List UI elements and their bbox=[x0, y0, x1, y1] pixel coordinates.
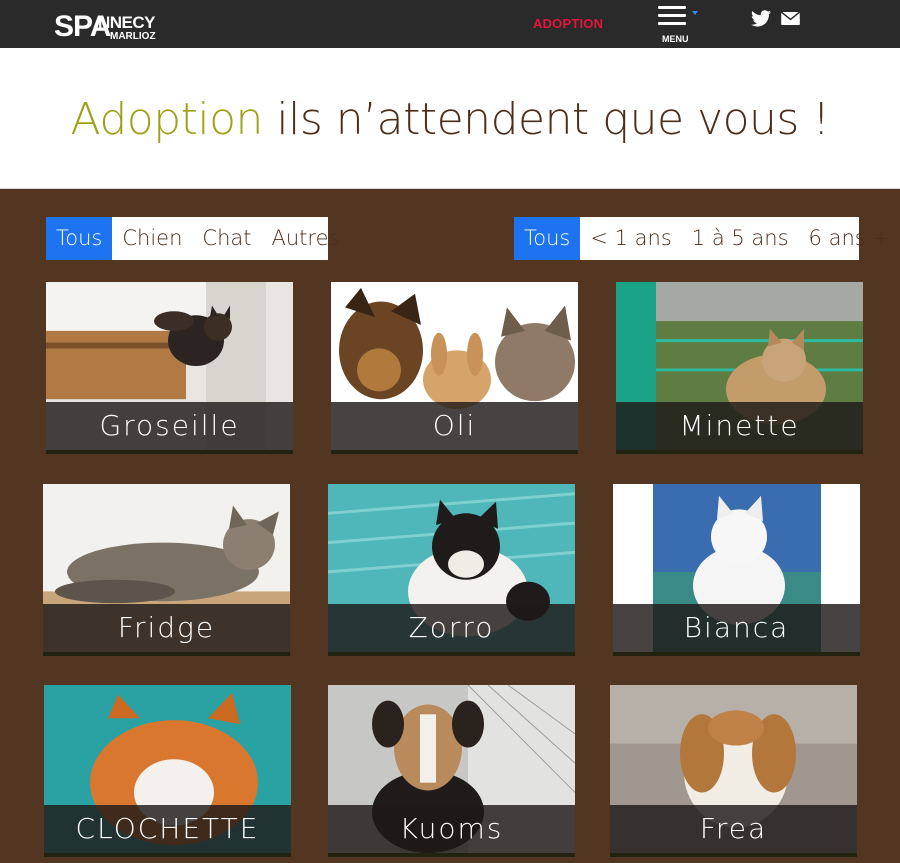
top-navigation-bar: SPA NNECY MARLIOZ ADOPTION MENU bbox=[0, 0, 900, 79]
species-filter: Tous Chien Chat Autres bbox=[46, 217, 339, 260]
dropdown-caret-icon bbox=[692, 11, 698, 15]
page-title-highlight: Adoption bbox=[70, 94, 264, 145]
animal-card[interactable]: Frea bbox=[610, 685, 857, 857]
animal-card[interactable]: Minette bbox=[616, 282, 863, 454]
logo-animals-icon bbox=[77, 49, 147, 79]
logo-city-text: NNECY bbox=[98, 13, 156, 32]
mail-icon[interactable] bbox=[781, 12, 800, 25]
hamburger-icon-bar bbox=[658, 22, 686, 25]
animal-name: Frea bbox=[610, 805, 857, 853]
animal-card[interactable]: Oli bbox=[331, 282, 578, 454]
animal-name: Groseille bbox=[46, 402, 293, 450]
filter-species-chat[interactable]: Chat bbox=[192, 217, 261, 260]
animal-card[interactable]: CLOCHETTE bbox=[44, 685, 291, 857]
menu-label: MENU bbox=[662, 34, 689, 44]
filter-age-under-1[interactable]: < 1 ans bbox=[580, 217, 681, 260]
animal-card[interactable]: Groseille bbox=[46, 282, 293, 454]
filter-species-chien[interactable]: Chien bbox=[112, 217, 192, 260]
page-title-rest: ils n’attendent que vous ! bbox=[262, 94, 830, 145]
filter-age-tous[interactable]: Tous bbox=[514, 217, 581, 260]
animal-name: Kuoms bbox=[328, 805, 575, 853]
filter-age-1-to-5[interactable]: 1 à 5 ans bbox=[682, 217, 799, 260]
animal-name: CLOCHETTE bbox=[44, 805, 291, 853]
animal-card[interactable]: Fridge bbox=[43, 484, 290, 656]
hamburger-icon bbox=[658, 6, 686, 9]
filter-species-autres[interactable]: Autres bbox=[261, 217, 349, 260]
hamburger-icon-bar bbox=[658, 14, 686, 17]
nav-adoption-link[interactable]: ADOPTION bbox=[533, 16, 603, 31]
page-title: Adoption ils n’attendent que vous ! bbox=[0, 92, 900, 148]
menu-button[interactable]: MENU bbox=[656, 4, 698, 46]
filter-age-6-plus[interactable]: 6 ans + bbox=[799, 217, 900, 260]
filter-species-tous[interactable]: Tous bbox=[46, 217, 113, 260]
animal-name: Bianca bbox=[613, 604, 860, 652]
twitter-icon[interactable] bbox=[751, 10, 771, 27]
animal-card[interactable]: Zorro bbox=[328, 484, 575, 656]
age-filter: Tous < 1 ans 1 à 5 ans 6 ans + bbox=[514, 217, 890, 260]
animal-name: Zorro bbox=[328, 604, 575, 652]
animal-name: Fridge bbox=[43, 604, 290, 652]
animal-name: Oli bbox=[331, 402, 578, 450]
animal-name: Minette bbox=[616, 402, 863, 450]
spa-logo[interactable]: SPA NNECY MARLIOZ bbox=[54, 8, 164, 80]
animal-card[interactable]: Kuoms bbox=[328, 685, 575, 857]
animal-card[interactable]: Bianca bbox=[613, 484, 860, 656]
